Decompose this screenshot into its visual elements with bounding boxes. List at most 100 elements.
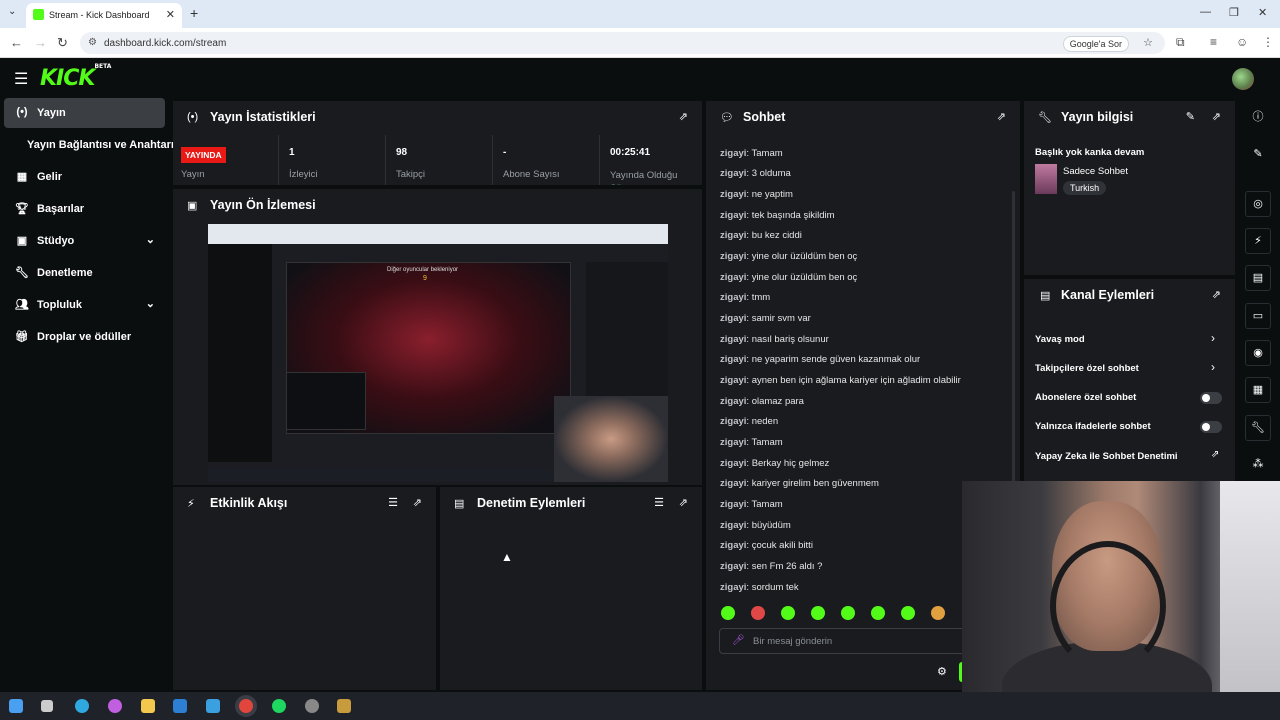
league-of-legends-icon[interactable] [337,699,351,713]
target-icon[interactable]: ◎ [1245,191,1271,217]
emote-icon[interactable] [901,606,915,620]
document-icon[interactable]: ▤ [1245,265,1271,291]
close-tab-icon[interactable]: ✕ [166,8,175,21]
copilot-icon[interactable] [108,699,122,713]
webcam-overlay [962,481,1280,720]
subscribers-only-toggle[interactable] [1200,392,1222,404]
chat-message: zigayi: neden [720,416,779,427]
wrench-icon[interactable]: 🔧︎ [1245,415,1271,441]
chat-message: zigayi: sen Fm 26 aldı ? [720,561,823,572]
tab-search-icon[interactable]: ⌄ [8,6,16,17]
sidebar-item-yayin[interactable]: (•) Yayın [4,98,165,128]
channel-action-followers-only[interactable]: Takipçilere özel sohbet › [1024,358,1235,380]
sidebar-item-gelir[interactable]: ▦ Gelir [4,162,165,192]
stat-uptime: 00:25:41 Yayında Olduğu Süre [599,135,702,185]
sidebar-item-basarilar[interactable]: 🏆︎ Başarılar [4,194,165,224]
site-info-icon[interactable]: ⚙ [88,37,97,48]
popout-icon[interactable]: ⇗ [1212,288,1221,301]
emote-icon[interactable] [811,606,825,620]
emote-icon[interactable] [721,606,735,620]
profile-icon[interactable]: ☺ [1236,35,1248,49]
emote-icon[interactable] [751,606,765,620]
google-ask-chip[interactable]: Google'a Sor [1062,36,1129,52]
channel-actions-icon: ▤ [1040,290,1051,302]
browser-tab-bar: ⌄ Stream - Kick Dashboard ✕ + — ❐ ✕ [0,0,1280,28]
chat-bubble-icon[interactable]: ▭ [1245,303,1271,329]
bookmark-star-icon[interactable]: ☆ [1143,36,1153,49]
lightning-icon[interactable]: ⚡︎ [1245,228,1271,254]
channel-action-ai-moderation[interactable]: Yapay Zeka ile Sohbet Denetimi ⇗ [1024,446,1235,468]
avatar[interactable] [1232,68,1254,90]
chrome-icon[interactable] [239,699,253,713]
url-text: dashboard.kick.com/stream [104,38,227,49]
emote-icon[interactable] [931,606,945,620]
sidebar-item-studyo[interactable]: ▣ Stüdyo ⌄ [4,226,165,256]
popout-icon[interactable]: ⇗ [413,496,422,509]
sidebar-item-topluluk[interactable]: 👥︎ Topluluk ⌄ [4,290,165,320]
windows-start-icon[interactable] [9,699,23,713]
url-field[interactable]: ⚙ dashboard.kick.com/stream Google'a Sor… [80,32,1165,54]
chat-input[interactable]: 🎤︎ Bir mesaj gönderin [719,628,969,654]
chat-settings-icon[interactable]: ⚙ [937,665,947,678]
trophy-icon: 🏆︎ [15,203,29,215]
emotes-only-toggle[interactable] [1200,421,1222,433]
info-icon[interactable]: ⓘ [1245,105,1271,131]
spotify-icon[interactable] [272,699,286,713]
back-icon[interactable]: ← [10,35,23,50]
store-icon[interactable] [206,699,220,713]
panel-header: ▤ Kanal Eylemleri ⇗ [1024,279,1235,313]
popout-icon[interactable]: ⇗ [679,110,688,123]
stream-preview-video[interactable]: Diğer oyuncular bekleniyor 9 [208,224,668,482]
channel-actions-panel: ▤ Kanal Eylemleri ⇗ Yavaş mod › Takipçil… [1024,279,1235,481]
sidebar-item-denetleme[interactable]: 🔧︎ Denetleme [4,258,165,288]
emote-icon[interactable] [841,606,855,620]
edit-pencil-icon[interactable]: ✎ [1245,142,1271,168]
reading-list-icon[interactable]: ≡ [1210,35,1217,49]
filter-icon[interactable]: ☰ [654,496,664,509]
wrench-icon: 🔧︎ [1038,112,1052,124]
browser-menu-icon[interactable]: ⋮ [1262,35,1274,49]
forward-icon[interactable]: → [34,35,47,50]
browser-tab[interactable]: Stream - Kick Dashboard ✕ [26,3,182,28]
webcam-headphones [1050,541,1166,671]
chat-message: zigayi: kariyer girelim ben güvenmem [720,478,879,489]
layout-icon[interactable]: ▦ [1245,377,1271,403]
edit-pencil-icon[interactable]: ✎ [1186,110,1195,123]
reload-icon[interactable]: ↻ [57,35,68,51]
obs-icon[interactable] [305,699,319,713]
popout-icon[interactable]: ⇗ [679,496,688,509]
moderation-panel: ▤ Denetim Eylemleri ☰ ⇗ ▲ [440,487,702,690]
task-view-icon[interactable] [41,700,53,712]
file-explorer-icon[interactable] [141,699,155,713]
panel-title: Kanal Eylemleri [1061,288,1155,302]
popout-icon[interactable]: ⇗ [1212,110,1221,123]
minimize-icon[interactable]: — [1200,6,1211,18]
chat-message: zigayi: ne yaparim sende güven kazanmak … [720,354,921,365]
chat-message: zigayi: tek başında şikildim [720,210,835,221]
outlook-icon[interactable] [173,699,187,713]
chat-message: zigayi: Tamam [720,437,783,448]
kick-logo[interactable]: KICKBETA [40,63,111,91]
popout-icon[interactable]: ⇗ [997,110,1006,123]
preview-webcam [554,396,668,482]
microphone-icon[interactable]: 🎤︎ [732,635,745,646]
community-icon: 👥︎ [15,299,29,311]
chat-message: zigayi: Tamam [720,499,783,510]
community-icon[interactable]: ⁂ [1245,452,1271,478]
channel-action-slow-mode[interactable]: Yavaş mod › [1024,329,1235,351]
extensions-icon[interactable]: ⧉ [1176,35,1185,50]
close-window-icon[interactable]: ✕ [1258,6,1267,19]
broadcast-icon[interactable]: ◉ [1245,340,1271,366]
restore-icon[interactable]: ❐ [1229,6,1239,19]
stat-followers: 98 Takipçi [385,135,492,185]
sidebar-item-droplar[interactable]: 🎁︎ Droplar ve ödüller [4,322,165,352]
edge-icon[interactable] [75,699,89,713]
new-tab-icon[interactable]: + [190,5,198,21]
panel-title: Sohbet [743,110,786,124]
emote-icon[interactable] [781,606,795,620]
hamburger-menu-icon[interactable]: ☰ [14,69,28,89]
sidebar-item-stream-key[interactable]: Yayın Bağlantısı ve Anahtarı [0,130,174,160]
filter-icon[interactable]: ☰ [388,496,398,509]
emote-icon[interactable] [871,606,885,620]
broadcast-icon: (•) [16,106,28,118]
